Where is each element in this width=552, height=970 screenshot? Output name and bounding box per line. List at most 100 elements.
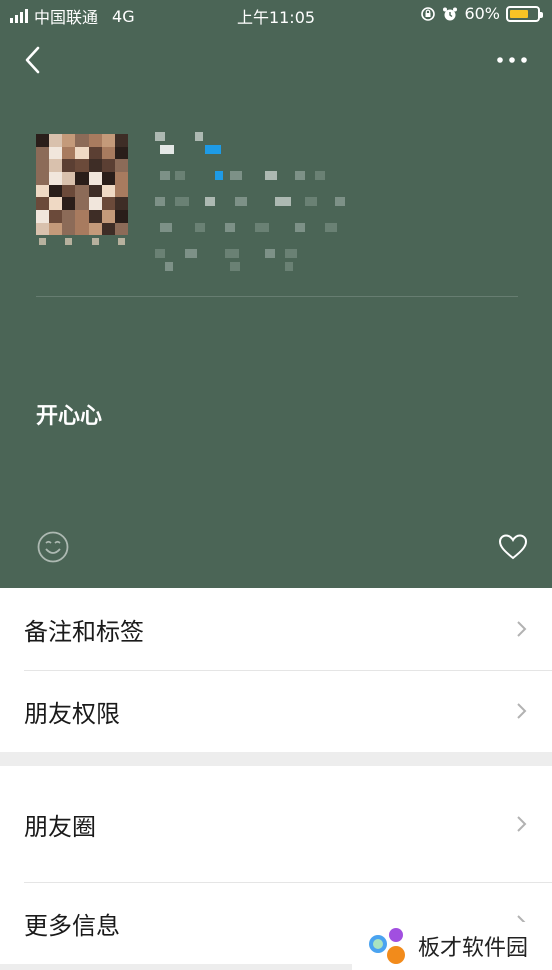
info-pixel	[155, 197, 165, 206]
header-divider	[36, 296, 518, 297]
more-dots-icon[interactable]	[492, 50, 532, 70]
avatar-pixel	[62, 222, 76, 236]
info-pixel	[325, 223, 337, 232]
avatar-pixel	[88, 146, 102, 160]
info-pixel	[160, 223, 172, 232]
info-pixel	[315, 171, 325, 180]
avatar-pixel	[101, 159, 115, 172]
menu-item-friend-permissions[interactable]: 朋友权限	[0, 670, 552, 752]
menu-item-moments[interactable]: 朋友圈	[0, 766, 552, 882]
info-pixel	[175, 197, 189, 206]
avatar-pixel	[62, 184, 76, 198]
avatar-pixel	[88, 197, 102, 210]
avatar-pixel	[101, 184, 115, 198]
avatar-pixel	[36, 134, 50, 147]
info-pixel	[225, 249, 239, 258]
avatar-pixel	[75, 159, 89, 172]
battery-percent: 60%	[464, 4, 500, 23]
avatar-pixel	[36, 172, 50, 185]
back-chevron-icon[interactable]	[20, 44, 48, 76]
avatar-pixel	[49, 159, 63, 172]
avatar-pixel	[114, 134, 128, 147]
avatar-pixel	[88, 159, 102, 172]
chevron-right-icon	[517, 816, 527, 832]
avatar-pixel	[117, 238, 125, 245]
avatar-pixel	[75, 210, 89, 223]
info-pixel	[225, 223, 235, 232]
avatar-pixel	[88, 184, 102, 198]
menu-group-1: 备注和标签 朋友权限	[0, 588, 552, 752]
avatar-pixel	[62, 159, 76, 172]
avatar-pixel	[75, 222, 89, 236]
menu-item-label: 更多信息	[24, 911, 120, 940]
chevron-right-icon	[517, 703, 527, 719]
info-pixel	[275, 197, 291, 206]
info-pixel	[305, 197, 317, 206]
battery-icon	[506, 5, 543, 22]
avatar-pixel	[75, 197, 89, 210]
avatar-pixel	[62, 172, 76, 185]
avatar-pixel	[62, 134, 76, 147]
avatar-pixel	[36, 184, 50, 198]
info-pixel	[295, 223, 305, 232]
info-pixel	[265, 171, 277, 180]
avatar-pixel	[105, 238, 112, 245]
info-pixel	[255, 223, 269, 232]
info-pixel	[175, 171, 185, 180]
avatar-pixel	[36, 197, 50, 210]
info-pixel	[230, 171, 242, 180]
avatar-pixel	[62, 146, 76, 160]
avatar-pixel	[49, 172, 63, 185]
info-pixel	[295, 171, 305, 180]
watermark-text: 板才软件园	[418, 936, 529, 961]
avatar-pixel	[78, 238, 85, 245]
info-pixel	[205, 145, 221, 154]
avatar-pixel	[114, 210, 128, 223]
avatar-pixel	[36, 222, 50, 236]
avatar-pixel	[114, 172, 128, 185]
avatar-pixel	[49, 197, 63, 210]
menu-item-label: 朋友权限	[24, 699, 120, 728]
avatar-pixel	[114, 222, 128, 236]
info-pixel	[285, 249, 297, 258]
menu-item-label: 朋友圈	[24, 812, 96, 841]
chevron-right-icon	[517, 621, 527, 637]
heart-icon[interactable]	[498, 533, 528, 561]
avatar-pixel	[114, 197, 128, 210]
avatar[interactable]	[36, 134, 128, 248]
avatar-pixel	[49, 184, 63, 198]
avatar-pixel	[36, 146, 50, 160]
watermark: 板才软件园	[352, 922, 552, 970]
avatar-pixel	[36, 159, 50, 172]
avatar-pixel	[101, 134, 115, 147]
avatar-pixel	[75, 134, 89, 147]
info-pixel	[185, 249, 197, 258]
avatar-pixel	[88, 172, 102, 185]
avatar-pixel	[101, 197, 115, 210]
info-pixel	[155, 249, 165, 258]
info-pixel	[160, 145, 174, 154]
avatar-pixel	[49, 222, 63, 236]
avatar-pixel	[101, 222, 115, 236]
info-pixel	[285, 262, 293, 271]
avatar-pixel	[75, 184, 89, 198]
signature-text: 开心心	[36, 404, 103, 429]
avatar-pixel	[101, 210, 115, 223]
avatar-pixel	[101, 146, 115, 160]
avatar-pixel	[39, 238, 47, 245]
avatar-pixel	[62, 197, 76, 210]
avatar-pixel	[88, 222, 102, 236]
menu-item-remarks-tags[interactable]: 备注和标签	[0, 588, 552, 670]
watermark-logo-icon	[369, 928, 405, 964]
smile-icon[interactable]	[36, 530, 70, 564]
info-pixel	[155, 132, 165, 141]
alarm-icon	[443, 7, 458, 20]
avatar-pixel	[88, 134, 102, 147]
info-pixel	[195, 223, 205, 232]
rotation-lock-icon	[421, 6, 436, 21]
info-pixel	[215, 171, 223, 180]
avatar-pixel	[88, 210, 102, 223]
avatar-pixel	[91, 238, 99, 245]
info-pixel	[205, 197, 215, 206]
info-pixel	[335, 197, 345, 206]
